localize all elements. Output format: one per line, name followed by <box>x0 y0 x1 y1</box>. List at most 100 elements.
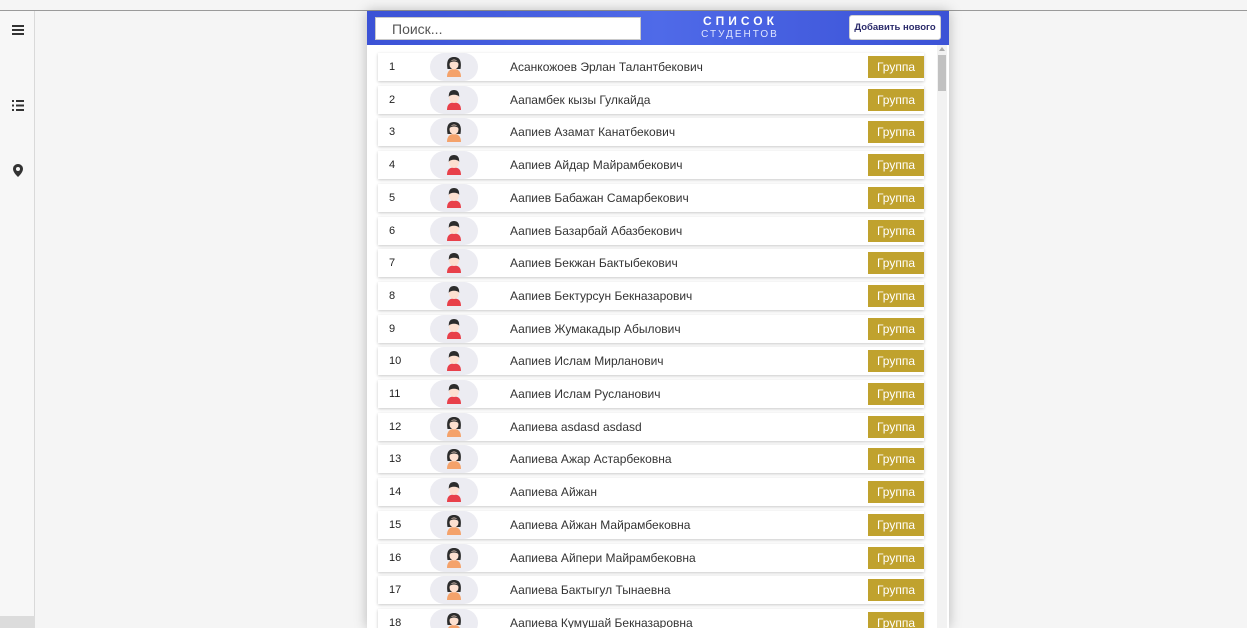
row-number: 3 <box>389 126 396 139</box>
panel-header: СПИСОК СТУДЕНТОВ Добавить нового <box>367 11 949 45</box>
female-avatar-icon <box>430 576 478 605</box>
sidebar-footer <box>0 616 35 628</box>
row-number: 1 <box>389 61 396 73</box>
student-name[interactable]: Асанкожоев Эрлан Талантбекович <box>510 60 703 74</box>
male-avatar-icon <box>430 314 478 343</box>
student-name[interactable]: Аапиева asdasd asdasd <box>510 420 642 434</box>
list-item[interactable]: 14 Аапиева Айжан Группа <box>378 478 924 507</box>
scroll-up-arrow-icon[interactable] <box>939 47 945 51</box>
row-number: 12 <box>389 420 402 433</box>
list-item[interactable]: 15 Аапиева Айжан Майрамбековна Группа <box>378 510 924 539</box>
student-name[interactable]: Аапиев Жумакадыр Абылович <box>510 322 681 336</box>
list-item[interactable]: 12 Аапиева asdasd asdasd Группа <box>378 412 924 441</box>
list-item[interactable]: 18 Аапиева Кумушай Бекназаровна Группа <box>378 608 924 628</box>
scrollbar[interactable] <box>937 45 947 628</box>
row-number: 7 <box>389 257 396 270</box>
list-item[interactable]: 11 Аапиев Ислам Русланович Группа <box>378 380 924 408</box>
list-item[interactable]: 8 Аапиев Бектурсун Бекназарович Группа <box>378 281 924 310</box>
male-avatar-icon <box>430 380 478 408</box>
list-item[interactable]: 6 Аапиев Базарбай Абазбекович Группа <box>378 216 924 245</box>
student-list-panel: СПИСОК СТУДЕНТОВ Добавить нового 1 Асанко… <box>367 11 949 628</box>
male-avatar-icon <box>430 216 478 245</box>
male-avatar-icon <box>430 478 478 507</box>
student-name[interactable]: Аапиев Бабажан Самарбекович <box>510 191 689 205</box>
list-item[interactable]: 3 Аапиев Азамат Канатбекович Группа <box>378 118 924 147</box>
group-button[interactable]: Группа <box>868 383 924 405</box>
student-name[interactable]: Аапиева Ажар Астарбековна <box>510 452 672 466</box>
list-item[interactable]: 5 Аапиев Бабажан Самарбекович Группа <box>378 183 924 212</box>
student-name[interactable]: Аапиев Ислам Мирланович <box>510 354 664 368</box>
student-name[interactable]: Аапамбек кызы Гулкайда <box>510 93 650 107</box>
male-avatar-icon <box>430 281 478 310</box>
female-avatar-icon <box>430 543 478 572</box>
group-button[interactable]: Группа <box>868 513 924 536</box>
map-pin-icon[interactable] <box>10 162 26 178</box>
student-name[interactable]: Аапиев Бектурсун Бекназарович <box>510 289 692 303</box>
male-avatar-icon <box>430 183 478 212</box>
student-name[interactable]: Аапиева Кумушай Бекназаровна <box>510 616 693 628</box>
row-number: 16 <box>389 551 402 564</box>
female-avatar-icon <box>430 53 478 81</box>
student-name[interactable]: Аапиева Айжан <box>510 485 597 499</box>
list-item[interactable]: 7 Аапиев Бекжан Бактыбекович Группа <box>378 249 924 278</box>
student-name[interactable]: Аапиев Ислам Русланович <box>510 387 660 401</box>
group-button[interactable]: Группа <box>868 546 924 569</box>
female-avatar-icon <box>430 510 478 539</box>
male-avatar-icon <box>430 151 478 180</box>
group-button[interactable]: Группа <box>868 186 924 209</box>
group-button[interactable]: Группа <box>868 154 924 177</box>
list-item[interactable]: 9 Аапиев Жумакадыр Абылович Группа <box>378 314 924 343</box>
list-item[interactable]: 2 Аапамбек кызы Гулкайда Группа <box>378 85 924 114</box>
group-button[interactable]: Группа <box>868 611 924 628</box>
group-button[interactable]: Группа <box>868 448 924 471</box>
female-avatar-icon <box>430 118 478 147</box>
add-new-button[interactable]: Добавить нового <box>849 15 941 40</box>
list-item[interactable]: 17 Аапиева Бактыгул Тынаевна Группа <box>378 576 924 605</box>
scroll-thumb[interactable] <box>938 55 946 91</box>
group-button[interactable]: Группа <box>868 252 924 275</box>
row-number: 18 <box>389 616 402 628</box>
row-number: 6 <box>389 224 396 237</box>
row-number: 13 <box>389 453 402 466</box>
male-avatar-icon <box>430 347 478 376</box>
group-button[interactable]: Группа <box>868 219 924 242</box>
male-avatar-icon <box>430 249 478 278</box>
group-button[interactable]: Группа <box>868 350 924 373</box>
group-button[interactable]: Группа <box>868 415 924 438</box>
student-name[interactable]: Аапиева Айжан Майрамбековна <box>510 518 690 532</box>
student-list: 1 Асанкожоев Эрлан Талантбекович Группа 2 Аа… <box>367 45 949 628</box>
sidebar <box>0 11 35 628</box>
group-button[interactable]: Группа <box>868 88 924 111</box>
male-avatar-icon <box>430 85 478 114</box>
list-item[interactable]: 16 Аапиева Айпери Майрамбековна Группа <box>378 543 924 572</box>
panel-subtitle: СТУДЕНТОВ <box>701 29 779 40</box>
group-button[interactable]: Группа <box>868 284 924 307</box>
student-name[interactable]: Аапиев Базарбай Абазбекович <box>510 224 682 238</box>
row-number: 2 <box>389 93 396 106</box>
row-number: 10 <box>389 355 402 368</box>
group-button[interactable]: Группа <box>868 317 924 340</box>
group-button[interactable]: Группа <box>868 579 924 602</box>
row-number: 4 <box>389 159 396 172</box>
group-button[interactable]: Группа <box>868 481 924 504</box>
search-input[interactable] <box>375 17 641 40</box>
row-number: 11 <box>389 388 401 400</box>
student-name[interactable]: Аапиева Бактыгул Тынаевна <box>510 583 671 597</box>
row-number: 5 <box>389 191 396 204</box>
group-button[interactable]: Группа <box>868 121 924 144</box>
list-item[interactable]: 13 Аапиева Ажар Астарбековна Группа <box>378 445 924 474</box>
list-item[interactable]: 4 Аапиев Айдар Майрамбекович Группа <box>378 151 924 180</box>
female-avatar-icon <box>430 412 478 441</box>
list-item[interactable]: 1 Асанкожоев Эрлан Талантбекович Группа <box>378 53 924 81</box>
menu-icon[interactable] <box>10 22 26 38</box>
list-item[interactable]: 10 Аапиев Ислам Мирланович Группа <box>378 347 924 376</box>
numbered-list-icon[interactable] <box>10 97 26 113</box>
student-name[interactable]: Аапиев Бекжан Бактыбекович <box>510 256 678 270</box>
student-name[interactable]: Аапиев Айдар Майрамбекович <box>510 158 683 172</box>
panel-title: СПИСОК <box>703 14 778 28</box>
student-name[interactable]: Аапиев Азамат Канатбекович <box>510 125 675 139</box>
student-name[interactable]: Аапиева Айпери Майрамбековна <box>510 551 696 565</box>
group-button[interactable]: Группа <box>868 56 924 78</box>
row-number: 9 <box>389 322 396 335</box>
female-avatar-icon <box>430 445 478 474</box>
